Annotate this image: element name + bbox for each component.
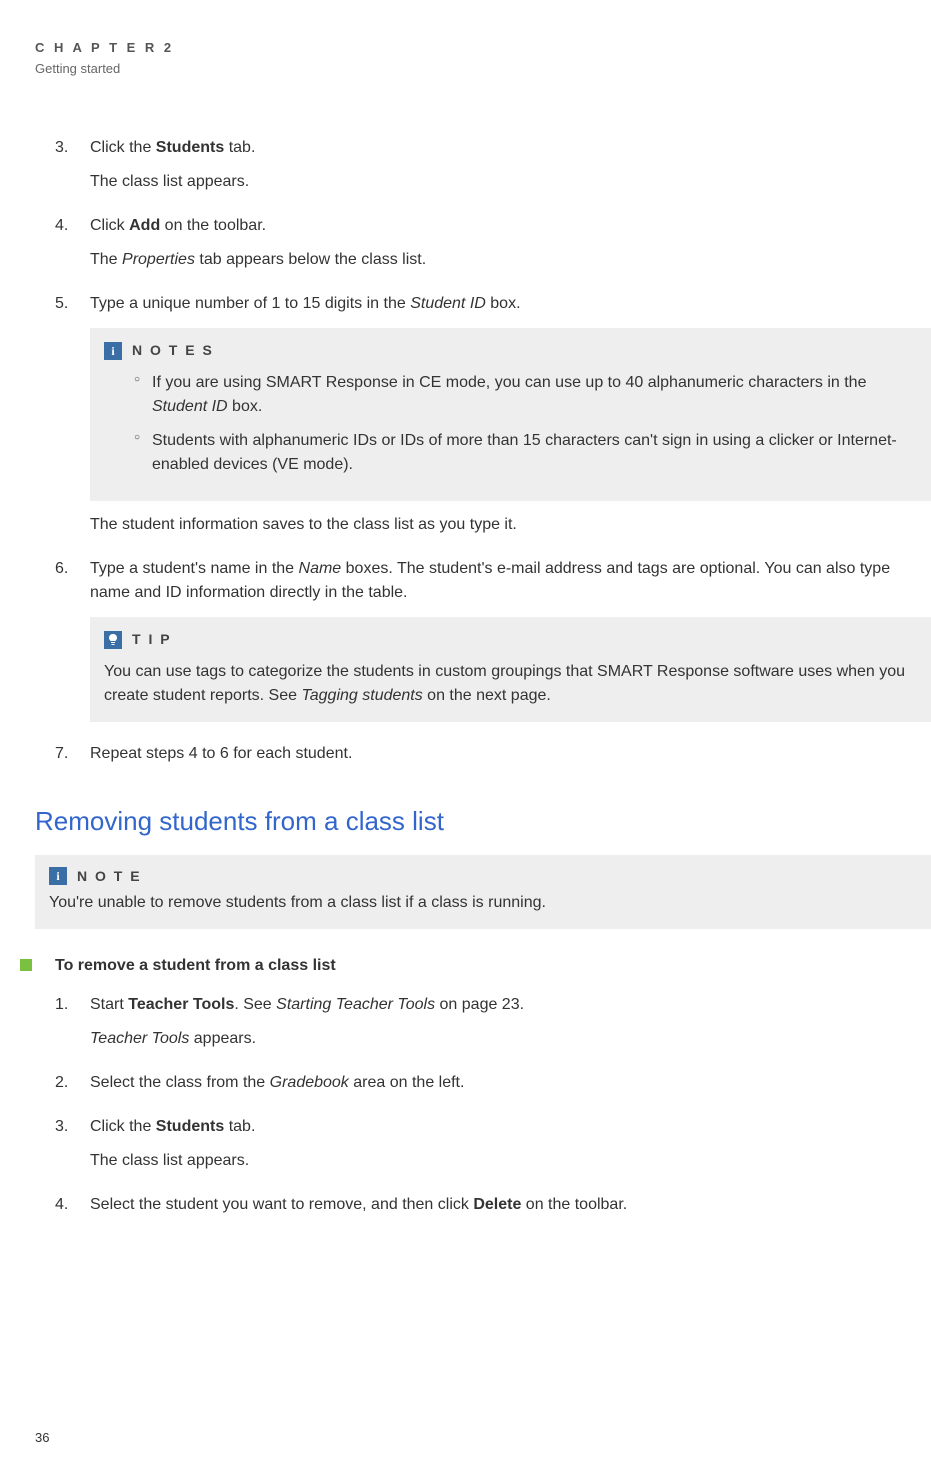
step-5: Type a unique number of 1 to 15 digits i… bbox=[55, 292, 931, 537]
step-4: Select the student you want to remove, a… bbox=[55, 1193, 931, 1217]
notes-bullet: If you are using SMART Response in CE mo… bbox=[134, 371, 917, 419]
chapter-subtitle: Getting started bbox=[35, 61, 931, 76]
step-text: Start Teacher Tools. See Starting Teache… bbox=[90, 996, 524, 1013]
step-result: The student information saves to the cla… bbox=[90, 513, 931, 537]
info-icon: i bbox=[49, 867, 67, 885]
info-icon: i bbox=[104, 342, 122, 360]
step-list-1: Click the Students tab. The class list a… bbox=[55, 136, 931, 766]
lightbulb-icon bbox=[104, 631, 122, 649]
step-7: Repeat steps 4 to 6 for each student. bbox=[55, 742, 931, 766]
notes-bullets: If you are using SMART Response in CE mo… bbox=[104, 371, 917, 477]
section-heading-remove: Removing students from a class list bbox=[35, 806, 931, 837]
tip-body: You can use tags to categorize the stude… bbox=[104, 660, 917, 708]
step-text: Click the Students tab. bbox=[90, 139, 255, 156]
procedure-marker-icon bbox=[20, 959, 32, 971]
step-result: The class list appears. bbox=[90, 170, 931, 194]
callout-title: N O T E bbox=[77, 868, 142, 884]
step-text: Type a unique number of 1 to 15 digits i… bbox=[90, 295, 521, 312]
step-2: Select the class from the Gradebook area… bbox=[55, 1071, 931, 1095]
callout-title: T I P bbox=[132, 629, 172, 650]
notes-bullet: Students with alphanumeric IDs or IDs of… bbox=[134, 429, 917, 477]
step-text: Type a student's name in the Name boxes.… bbox=[90, 560, 890, 601]
step-text: Repeat steps 4 to 6 for each student. bbox=[90, 745, 352, 762]
procedure-heading: To remove a student from a class list bbox=[55, 957, 931, 975]
step-3: Click the Students tab. The class list a… bbox=[55, 1115, 931, 1173]
note-body: You're unable to remove students from a … bbox=[49, 891, 917, 915]
note-callout: i N O T E You're unable to remove studen… bbox=[35, 855, 931, 929]
step-text: Select the student you want to remove, a… bbox=[90, 1196, 627, 1213]
step-text: Select the class from the Gradebook area… bbox=[90, 1074, 464, 1091]
document-page: C H A P T E R 2 Getting started Click th… bbox=[0, 0, 931, 1475]
step-text: Click the Students tab. bbox=[90, 1118, 255, 1135]
step-3: Click the Students tab. The class list a… bbox=[55, 136, 931, 194]
step-result: The Properties tab appears below the cla… bbox=[90, 248, 931, 272]
step-result: The class list appears. bbox=[90, 1149, 931, 1173]
notes-callout: i N O T E S If you are using SMART Respo… bbox=[90, 328, 931, 501]
step-4: Click Add on the toolbar. The Properties… bbox=[55, 214, 931, 272]
procedure-block: To remove a student from a class list St… bbox=[20, 957, 931, 1217]
page-number: 36 bbox=[35, 1430, 49, 1445]
step-list-2: Start Teacher Tools. See Starting Teache… bbox=[55, 993, 931, 1217]
step-1: Start Teacher Tools. See Starting Teache… bbox=[55, 993, 931, 1051]
step-result: Teacher Tools appears. bbox=[90, 1027, 931, 1051]
tip-callout: T I P You can use tags to categorize the… bbox=[90, 617, 931, 722]
step-text: Click Add on the toolbar. bbox=[90, 217, 266, 234]
chapter-label: C H A P T E R 2 bbox=[35, 40, 931, 55]
callout-title: N O T E S bbox=[132, 340, 214, 361]
main-content: Click the Students tab. The class list a… bbox=[35, 136, 931, 1217]
step-6: Type a student's name in the Name boxes.… bbox=[55, 557, 931, 722]
